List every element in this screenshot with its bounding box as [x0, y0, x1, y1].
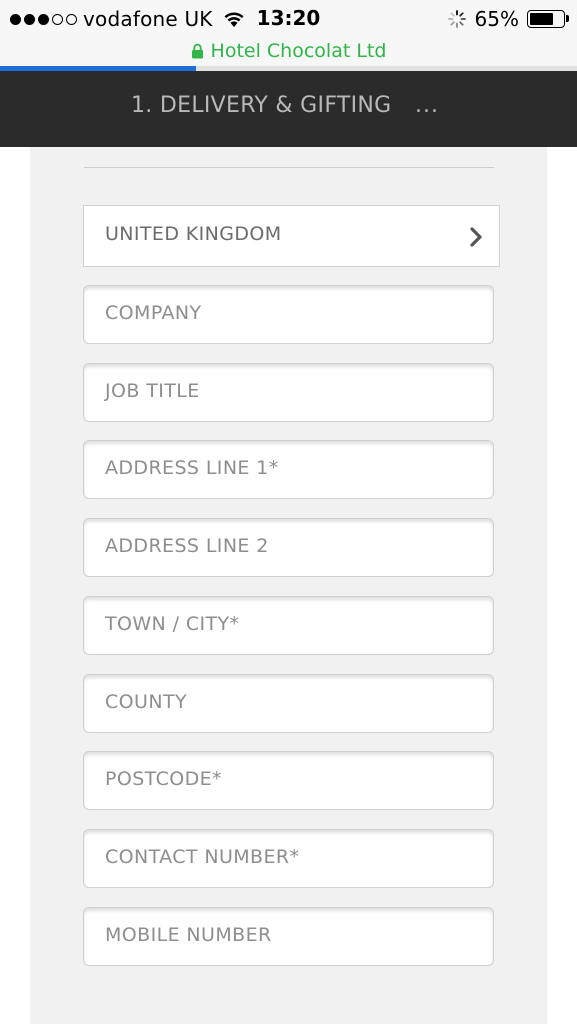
country-select-value: UNITED KINGDOM [105, 223, 282, 245]
company-field[interactable]: COMPANY [83, 285, 494, 344]
status-bar: vodafone UK 13:20 65% [0, 0, 577, 36]
field-placeholder: JOB TITLE [105, 380, 200, 402]
more-steps-indicator[interactable]: ... [415, 93, 439, 118]
field-placeholder: TOWN / CITY* [105, 613, 240, 635]
field-placeholder: COUNTY [105, 691, 187, 713]
url-text: Hotel Chocolat Ltd [210, 40, 387, 62]
postcode-field[interactable]: POSTCODE* [83, 751, 494, 810]
url-bar[interactable]: Hotel Chocolat Ltd [0, 36, 577, 66]
town-city-field[interactable]: TOWN / CITY* [83, 596, 494, 655]
delivery-form: UNITED KINGDOM COMPANY JOB TITLE ADDRESS L… [30, 147, 547, 1024]
battery-percent: 65% [474, 7, 519, 31]
contact-number-field[interactable]: CONTACT NUMBER* [83, 829, 494, 888]
field-placeholder: ADDRESS LINE 1* [105, 457, 279, 479]
address-line-1-field[interactable]: ADDRESS LINE 1* [83, 440, 494, 499]
chevron-right-icon [470, 227, 482, 247]
field-placeholder: POSTCODE* [105, 768, 222, 790]
address-line-2-field[interactable]: ADDRESS LINE 2 [83, 518, 494, 577]
job-title-field[interactable]: JOB TITLE [83, 363, 494, 422]
status-right: 65% [447, 6, 569, 32]
divider [84, 167, 494, 168]
mobile-number-field[interactable]: MOBILE NUMBER [83, 907, 494, 966]
activity-spinner-icon [447, 10, 466, 28]
field-placeholder: ADDRESS LINE 2 [105, 535, 269, 557]
field-placeholder: COMPANY [105, 302, 202, 324]
step-title: 1. DELIVERY & GIFTING [131, 93, 392, 118]
county-field[interactable]: COUNTY [83, 674, 494, 733]
country-select[interactable]: UNITED KINGDOM [83, 205, 500, 267]
field-placeholder: MOBILE NUMBER [105, 924, 272, 946]
field-placeholder: CONTACT NUMBER* [105, 846, 300, 868]
lock-icon [191, 43, 203, 59]
checkout-header: 1. DELIVERY & GIFTING ... [0, 71, 577, 147]
battery-icon [527, 10, 569, 28]
